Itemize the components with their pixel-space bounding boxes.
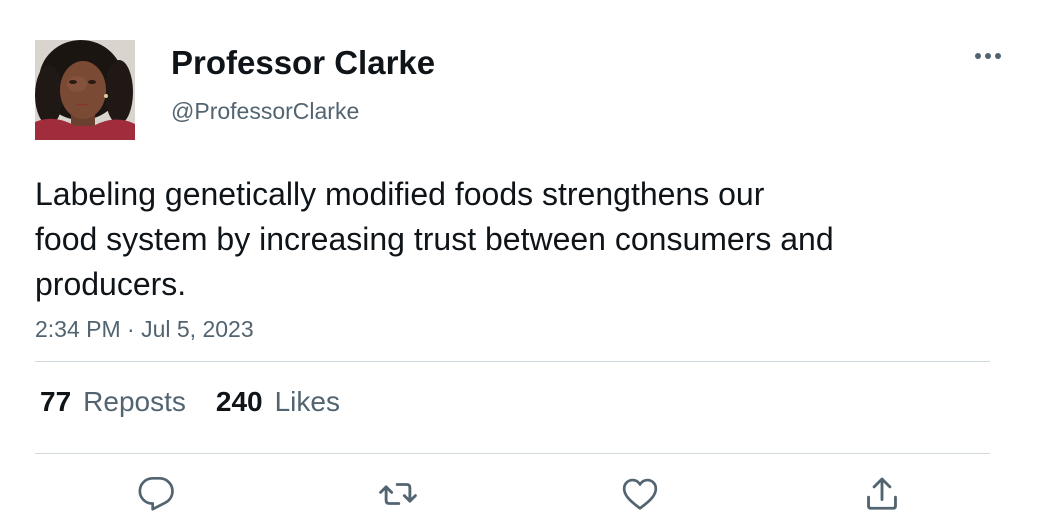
divider: [35, 453, 990, 454]
tweet-text-line: producers.: [35, 266, 187, 302]
reposts-label: Reposts: [83, 386, 186, 417]
share-button[interactable]: [858, 470, 906, 518]
heart-icon: [622, 478, 658, 510]
action-bar: [0, 470, 1050, 520]
tweet-text-line: food system by increasing trust between …: [35, 221, 834, 257]
engagement-stats: 77 Reposts 240 Likes: [40, 386, 340, 418]
share-upload-icon: [867, 477, 897, 510]
repost-button[interactable]: [374, 470, 422, 518]
tweet-text-line: Labeling genetically modified foods stre…: [35, 176, 765, 212]
divider: [35, 361, 990, 362]
avatar[interactable]: [35, 40, 135, 140]
author-display-name[interactable]: Professor Clarke: [171, 44, 435, 82]
likes-count: 240: [215, 386, 263, 417]
likes-label: Likes: [274, 386, 340, 417]
reposts-count: 77: [40, 386, 72, 417]
tweet-timestamp[interactable]: 2:34 PM · Jul 5, 2023: [35, 316, 254, 343]
tweet-card: Professor Clarke @ProfessorClarke Labeli…: [0, 0, 1050, 525]
likes-stat[interactable]: 240 Likes: [216, 386, 340, 418]
reply-bubble-icon: [138, 476, 174, 511]
like-button[interactable]: [616, 470, 664, 518]
more-horizontal-icon: [975, 53, 1001, 59]
reply-button[interactable]: [132, 470, 180, 518]
more-options-button[interactable]: [970, 44, 1006, 68]
repost-arrows-icon: [379, 483, 417, 505]
avatar-photo: [35, 40, 135, 140]
reposts-stat[interactable]: 77 Reposts: [40, 386, 186, 418]
author-handle[interactable]: @ProfessorClarke: [171, 98, 359, 125]
tweet-text: Labeling genetically modified foods stre…: [35, 172, 834, 307]
